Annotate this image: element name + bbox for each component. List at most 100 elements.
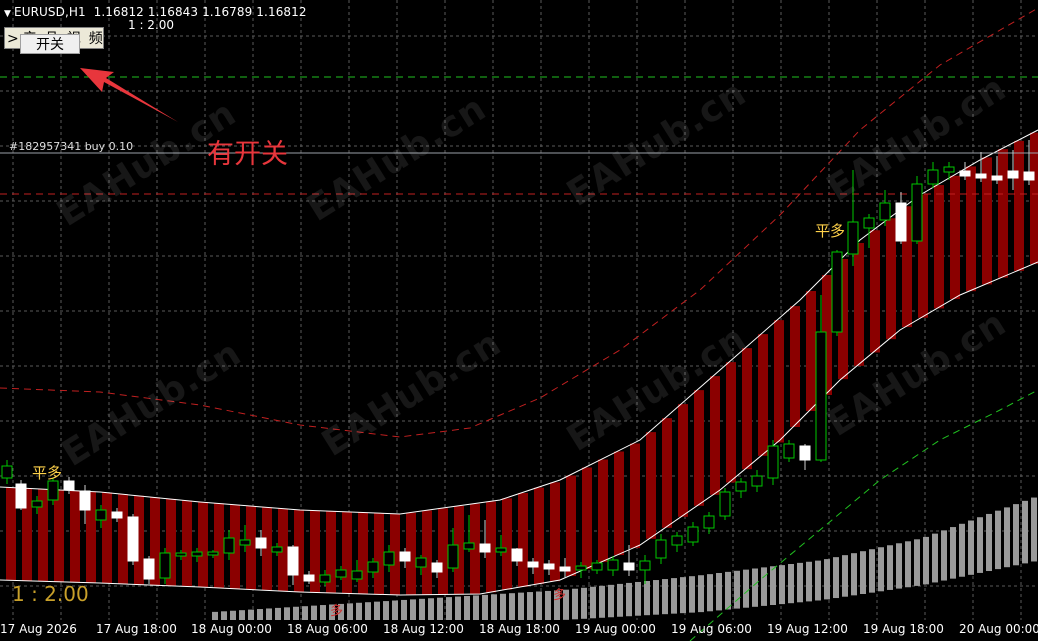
channel-stripe: [358, 512, 368, 594]
gray-band-bar: [257, 609, 263, 620]
collapse-triangle-icon[interactable]: ▼: [4, 9, 11, 19]
gray-band-bar: [860, 551, 866, 594]
close-long-signal: 平多: [32, 464, 63, 482]
channel-stripe: [678, 404, 688, 517]
gray-band-bar: [779, 565, 785, 605]
gray-band-bar: [608, 584, 614, 618]
gray-band-bar: [833, 557, 839, 599]
gray-band-bar: [491, 594, 497, 620]
annotation-text: 有开关: [207, 139, 288, 170]
candle-body: [367, 561, 379, 573]
candle-body: [79, 490, 91, 511]
gray-band-bar: [527, 592, 533, 620]
candle-body: [335, 569, 347, 578]
candle-body: [831, 251, 843, 333]
candle-body: [559, 566, 571, 572]
candle-body: [31, 500, 43, 508]
gray-band-bar: [770, 566, 776, 605]
gray-band-bar: [311, 605, 317, 620]
candle-body: [543, 563, 555, 570]
long-signal-marker: 多: [330, 604, 344, 619]
candle-body: [895, 202, 907, 242]
channel-stripe: [342, 511, 352, 594]
channel-stripe: [614, 451, 624, 556]
gray-band-bar: [302, 606, 308, 620]
channel-stripe: [662, 418, 672, 528]
gray-band-bar: [230, 610, 236, 620]
channel-stripe: [726, 362, 736, 483]
gray-band-bar: [410, 599, 416, 620]
gray-band-bar: [914, 539, 920, 586]
gray-band-bar: [239, 610, 245, 620]
close-long-signal: 平多: [815, 222, 846, 240]
annotation-arrow: [80, 68, 178, 122]
channel-stripe: [870, 230, 880, 353]
gray-band-bar: [653, 580, 659, 615]
channel-stripe: [6, 487, 16, 581]
candle-body: [607, 559, 619, 571]
candle-body: [623, 562, 635, 571]
candle-body: [351, 570, 363, 580]
chart-header: ▼ EURUSD,H1 1.16812 1.16843 1.16789 1.168…: [4, 5, 307, 19]
toggle-button[interactable]: 开关: [20, 34, 80, 54]
candle-body: [703, 515, 715, 529]
gray-band-bar: [1031, 497, 1037, 562]
gray-band-bar: [428, 598, 434, 620]
x-axis-label: 19 Aug 18:00: [863, 622, 944, 636]
x-axis-label: 18 Aug 00:00: [191, 622, 272, 636]
gray-band-bar: [383, 601, 389, 620]
gray-band-bar: [590, 586, 596, 619]
panel-prefix: >: [7, 31, 19, 47]
ohlc-values: 1.16812 1.16843 1.16789 1.16812: [93, 5, 307, 19]
gray-band-bar: [941, 530, 947, 581]
gray-band-bar: [455, 596, 461, 620]
gray-band-bar: [374, 601, 380, 620]
channel-stripe: [966, 166, 976, 292]
candle-body: [575, 565, 587, 571]
gray-band-bar: [266, 608, 272, 620]
candle-body: [975, 173, 987, 179]
x-axis-label: 20 Aug 00:00: [959, 622, 1038, 636]
channel-stripe: [886, 218, 896, 340]
candle-body: [655, 539, 667, 559]
gray-band-bar: [464, 596, 470, 620]
order-label[interactable]: #182957341 buy 0.10: [9, 140, 133, 153]
x-axis-label: 18 Aug 12:00: [383, 622, 464, 636]
gray-band-bar: [419, 598, 425, 620]
gray-band-bar: [662, 579, 668, 615]
x-axis-label: 17 Aug 2026: [0, 622, 77, 636]
price-chart[interactable]: [0, 0, 1038, 641]
red-channel-fill: [6, 132, 1038, 595]
gray-band-bar: [212, 611, 218, 620]
candle-body: [751, 475, 763, 487]
gray-band-bar: [905, 541, 911, 588]
candle-body: [879, 202, 891, 221]
candle-body: [319, 574, 331, 583]
candle-body: [287, 546, 299, 576]
channel-stripe: [422, 510, 432, 595]
gray-band-bar: [806, 561, 812, 602]
gray-band-bar: [500, 593, 506, 620]
candle-body: [527, 561, 539, 568]
gray-band-bar: [752, 568, 758, 607]
gray-band-bar: [392, 600, 398, 620]
long-signal-marker: 多: [553, 588, 567, 603]
candle-body: [719, 491, 731, 517]
channel-stripe: [518, 493, 528, 587]
channel-stripe: [118, 494, 128, 584]
gray-band-bar: [617, 583, 623, 617]
gray-band-bar: [968, 520, 974, 575]
channel-stripe: [246, 505, 256, 590]
gray-band-bar: [446, 597, 452, 620]
channel-stripe: [502, 498, 512, 590]
gray-band-bar: [851, 553, 857, 596]
gray-band-bar: [995, 510, 1001, 570]
gray-band-bar: [815, 560, 821, 601]
gray-band-bar: [437, 597, 443, 620]
gray-band-bar: [518, 592, 524, 620]
candle-body: [47, 480, 59, 501]
channel-stripe: [1014, 140, 1024, 271]
gray-band-bar: [680, 577, 686, 614]
large-ratio-label: 1 : 2.00: [12, 582, 89, 606]
candle-body: [383, 551, 395, 566]
